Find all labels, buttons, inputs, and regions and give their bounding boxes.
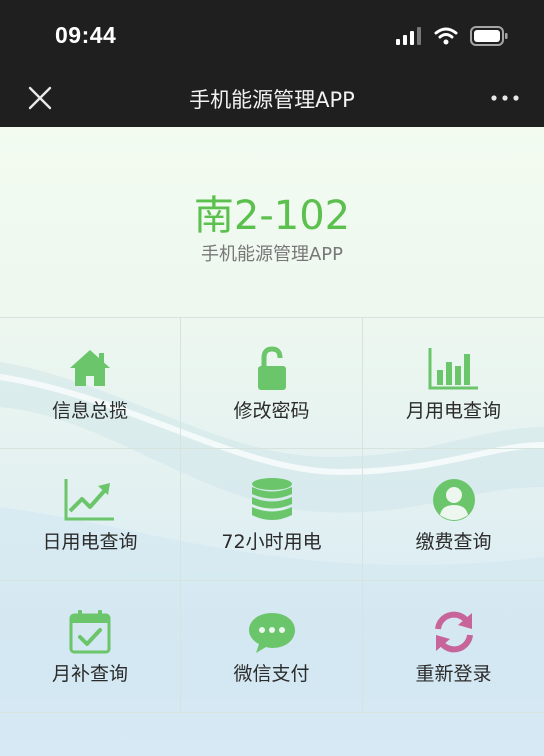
status-bar: 09:44 (0, 0, 544, 70)
menu-item-72h-usage[interactable]: 72小时用电 (181, 449, 363, 581)
main-content: 南2-102 手机能源管理APP 信息总揽 修改密码 月用电查询 日用电查询 7… (0, 127, 544, 756)
page-title: 手机能源管理APP (189, 88, 355, 112)
home-icon (70, 350, 110, 386)
menu-label: 72小时用电 (221, 531, 322, 553)
menu-label: 日用电查询 (42, 531, 138, 553)
menu-label: 信息总揽 (51, 400, 128, 422)
menu-grid: 信息总揽 修改密码 月用电查询 日用电查询 72小时用电 缴费查询 月补查询 微… (0, 317, 544, 713)
wifi-icon (434, 27, 458, 45)
room-name: 南2-102 (193, 193, 351, 239)
menu-item-relogin[interactable]: 重新登录 (363, 581, 544, 713)
menu-item-wechat-pay[interactable]: 微信支付 (181, 581, 363, 713)
unlock-icon (257, 346, 286, 390)
menu-label: 缴费查询 (415, 531, 492, 553)
battery-icon (470, 26, 508, 46)
refresh-icon (434, 611, 473, 653)
chat-icon (248, 613, 295, 653)
line-chart-icon (64, 479, 114, 521)
menu-item-monthly-usage[interactable]: 月用电查询 (363, 317, 544, 449)
signal-icon (396, 27, 421, 45)
status-time: 09:44 (55, 22, 117, 48)
status-icons (396, 26, 508, 46)
menu-label: 重新登录 (415, 663, 492, 685)
menu-item-daily-usage[interactable]: 日用电查询 (0, 449, 181, 581)
app-subtitle: 手机能源管理APP (200, 244, 344, 265)
menu-label: 月补查询 (51, 663, 128, 685)
menu-item-change-password[interactable]: 修改密码 (181, 317, 363, 449)
menu-label: 微信支付 (233, 663, 310, 685)
nav-bar: 手机能源管理APP (0, 70, 544, 127)
menu-label: 月用电查询 (405, 400, 501, 422)
menu-label: 修改密码 (233, 400, 310, 422)
database-icon (251, 478, 292, 520)
bar-chart-icon (428, 348, 478, 390)
menu-item-payment-query[interactable]: 缴费查询 (363, 449, 544, 581)
calendar-check-icon (69, 610, 111, 654)
menu-item-overview[interactable]: 信息总揽 (0, 317, 181, 449)
more-icon[interactable] (490, 92, 520, 104)
menu-item-monthly-subsidy[interactable]: 月补查询 (0, 581, 181, 713)
user-icon (432, 479, 475, 521)
